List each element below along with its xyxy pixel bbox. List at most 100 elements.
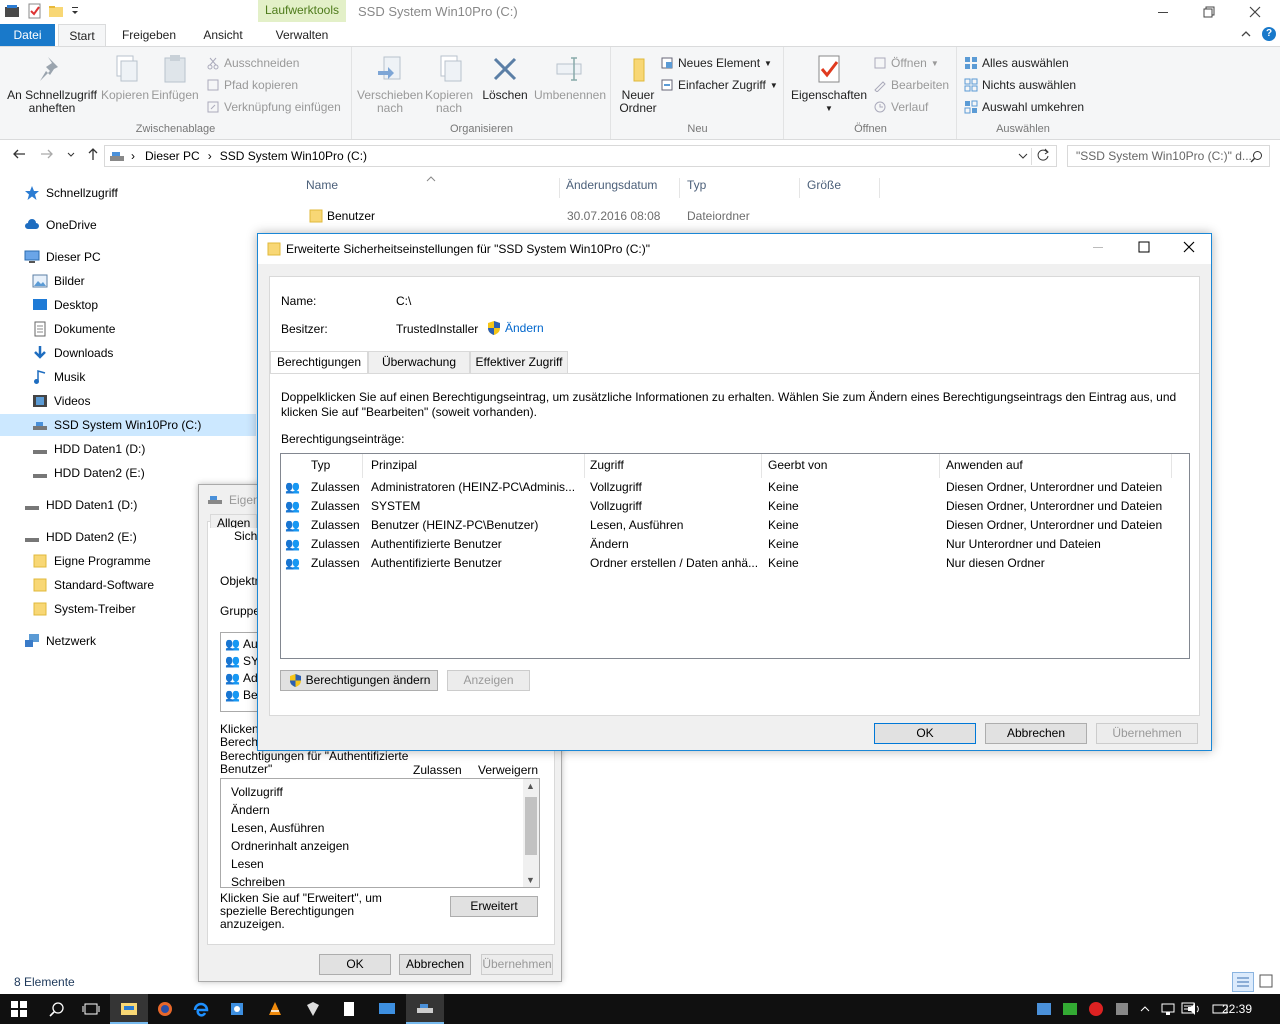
cut-button[interactable]: Ausschneiden (206, 54, 299, 72)
scroll-down-icon[interactable]: ▼ (526, 875, 535, 885)
tray-app-icon[interactable] (1114, 1001, 1130, 1017)
search-button[interactable] (38, 994, 76, 1024)
copy-button[interactable]: Kopieren (100, 53, 150, 102)
notifications-icon[interactable] (1180, 1001, 1196, 1020)
minimize-button[interactable] (1140, 0, 1186, 24)
large-icons-view-icon[interactable] (1256, 972, 1278, 992)
ribbon-collapse-icon[interactable] (1240, 28, 1252, 43)
nav-item-dokumente[interactable]: Dokumente (32, 318, 115, 340)
tray-app-icon[interactable] (1036, 1001, 1052, 1017)
help-icon[interactable]: ? (1262, 27, 1276, 41)
nav-item-netzwerk[interactable]: Netzwerk (24, 630, 96, 652)
edit-button[interactable]: Bearbeiten (873, 76, 949, 94)
cancel-button[interactable]: Abbrechen (399, 954, 471, 975)
change-permissions-button[interactable]: Berechtigungen ändern (280, 670, 438, 691)
nav-item-bilder[interactable]: Bilder (32, 270, 85, 292)
address-bar[interactable]: › Dieser PC › SSD System Win10Pro (C:) (104, 145, 1057, 167)
change-owner-link[interactable]: Ändern (486, 320, 544, 336)
nav-item-onedrive[interactable]: OneDrive (24, 214, 97, 236)
minimize-button[interactable] (1092, 240, 1104, 256)
header-zugriff[interactable]: Zugriff (584, 454, 762, 478)
rename-button[interactable]: Umbenennen (533, 53, 607, 102)
nav-item-drive-d[interactable]: HDD Daten1 (D:) (32, 438, 145, 460)
column-header-name[interactable]: Name (306, 178, 560, 198)
nav-item-drive-c[interactable]: SSD System Win10Pro (C:) (0, 414, 256, 436)
qat-dropdown-icon[interactable] (70, 3, 86, 19)
list-item[interactable]: 👥 Au (225, 637, 258, 651)
close-button[interactable] (1183, 240, 1195, 256)
easy-access-button[interactable]: Einfacher Zugriff ▼ (660, 76, 778, 94)
taskbar-app-7[interactable] (330, 994, 368, 1024)
cancel-button[interactable]: Abbrechen (985, 723, 1087, 744)
new-item-button[interactable]: Neues Element ▼ (660, 54, 772, 72)
taskbar-app-4[interactable] (218, 994, 256, 1024)
back-arrow-icon[interactable] (12, 147, 26, 164)
tray-antivirus-icon[interactable] (1088, 1001, 1104, 1017)
copy-path-button[interactable]: Pfad kopieren (206, 76, 298, 94)
column-header-date[interactable]: Änderungsdatum (566, 178, 680, 198)
paste-button[interactable]: Einfügen (150, 53, 200, 102)
apply-button[interactable]: Übernehmen (1096, 723, 1198, 744)
header-geerbt[interactable]: Geerbt von (762, 454, 940, 478)
move-to-button[interactable]: Verschieben nach (357, 53, 423, 115)
file-row[interactable]: Benutzer 30.07.2016 08:08 Dateiordner (306, 206, 866, 226)
details-view-icon[interactable] (1232, 972, 1254, 992)
tray-app-icon[interactable] (1062, 1001, 1078, 1017)
tab-ueberwachung[interactable]: Überwachung (368, 351, 470, 373)
maximize-button[interactable] (1138, 240, 1150, 256)
permissions-list[interactable]: Vollzugriff Ändern Lesen, Ausführen Ordn… (220, 778, 540, 888)
nav-item-drive-e-root[interactable]: HDD Daten2 (E:) (24, 526, 137, 548)
taskbar-firefox[interactable] (146, 994, 184, 1024)
taskbar-edge[interactable] (182, 994, 220, 1024)
delete-button[interactable]: Löschen (479, 53, 531, 102)
taskbar-clock[interactable]: 22:39 (1222, 1002, 1252, 1016)
table-row[interactable]: 👥 Zulassen Authentifizierte Benutzer Änd… (281, 535, 1181, 554)
nav-item-standard-software[interactable]: Standard-Software (32, 574, 154, 596)
nav-item-drive-e[interactable]: HDD Daten2 (E:) (32, 462, 145, 484)
open-button[interactable]: Öffnen ▼ (873, 54, 939, 72)
tray-overflow-icon[interactable] (1140, 1001, 1150, 1017)
apply-button[interactable]: Übernehmen (481, 954, 553, 975)
taskbar-explorer[interactable] (110, 994, 148, 1024)
breadcrumb-chevron-icon[interactable]: › (131, 149, 135, 163)
new-folder-button[interactable]: Neuer Ordner (616, 53, 660, 115)
taskbar-app-8[interactable] (368, 994, 406, 1024)
breadcrumb-drive[interactable]: SSD System Win10Pro (C:) (220, 149, 367, 163)
network-icon[interactable] (1160, 1001, 1176, 1017)
new-folder-qat-icon[interactable] (48, 3, 64, 19)
search-input[interactable]: "SSD System Win10Pro (C:)" d... (1067, 145, 1270, 167)
invert-selection-button[interactable]: Auswahl umkehren (964, 98, 1084, 116)
start-button[interactable] (0, 994, 38, 1024)
table-row[interactable]: 👥 Zulassen Benutzer (HEINZ-PC\Benutzer) … (281, 516, 1181, 535)
tab-effektiver-zugriff[interactable]: Effektiver Zugriff (470, 351, 568, 373)
breadcrumb-chevron-icon[interactable]: › (208, 149, 212, 163)
column-header-size[interactable]: Größe (807, 178, 880, 198)
taskbar-drive-properties[interactable] (406, 994, 444, 1024)
show-button[interactable]: Anzeigen (447, 670, 530, 691)
table-row[interactable]: 👥 Zulassen Administratoren (HEINZ-PC\Adm… (281, 478, 1181, 497)
nav-item-desktop[interactable]: Desktop (32, 294, 98, 316)
select-all-button[interactable]: Alles auswählen (964, 54, 1069, 72)
address-dropdown-icon[interactable] (1018, 149, 1028, 166)
nav-item-dieser-pc[interactable]: Dieser PC (24, 246, 101, 268)
refresh-icon[interactable] (1031, 148, 1050, 165)
list-item[interactable]: 👥 Ad (225, 671, 258, 685)
up-arrow-icon[interactable] (86, 147, 100, 164)
tab-verwalten[interactable]: Verwalten (258, 24, 346, 46)
header-prinzipal[interactable]: Prinzipal (365, 454, 585, 478)
column-header-type[interactable]: Typ (687, 178, 800, 198)
tab-start[interactable]: Start (58, 24, 106, 46)
nav-item-schnellzugriff[interactable]: Schnellzugriff (24, 182, 118, 204)
recent-locations-icon[interactable] (66, 147, 76, 164)
copy-to-button[interactable]: Kopieren nach (423, 53, 475, 115)
permissions-scrollbar[interactable]: ▲ ▼ (523, 779, 539, 887)
taskbar-vlc[interactable] (256, 994, 294, 1024)
properties-button[interactable]: Eigenschaften ▼ (789, 53, 869, 115)
advanced-button[interactable]: Erweitert (450, 896, 538, 917)
tab-ansicht[interactable]: Ansicht (190, 24, 256, 46)
tab-freigeben[interactable]: Freigeben (112, 24, 186, 46)
tab-berechtigungen[interactable]: Berechtigungen (270, 351, 368, 374)
breadcrumb-dieser-pc[interactable]: Dieser PC (145, 149, 200, 163)
restore-button[interactable] (1186, 0, 1232, 24)
paste-shortcut-button[interactable]: Verknüpfung einfügen (206, 98, 341, 116)
